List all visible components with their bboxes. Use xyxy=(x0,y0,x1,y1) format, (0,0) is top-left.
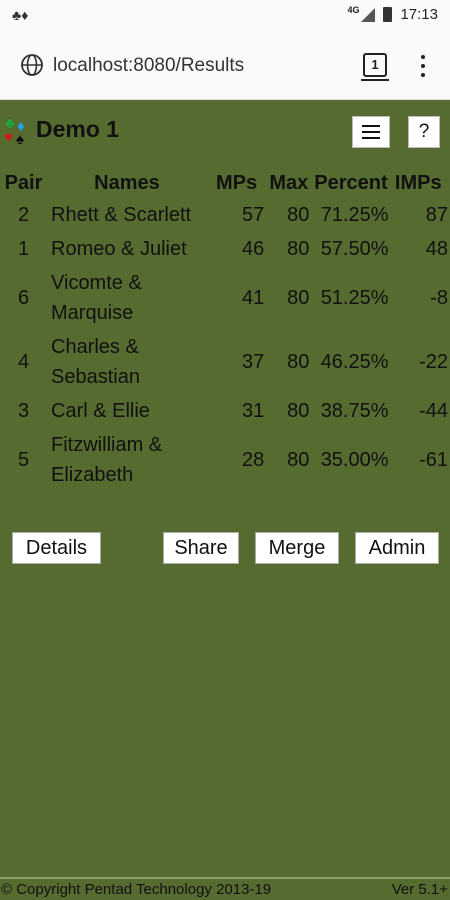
table-row[interactable]: 3 Carl & Ellie 31 80 38.75% -44 xyxy=(2,394,448,428)
max-cell: 80 xyxy=(287,287,310,309)
names-cell: Vicomte & Marquise xyxy=(51,272,142,324)
imps-cell: 87 xyxy=(425,204,448,226)
tab-switcher-button[interactable]: 1 xyxy=(361,53,389,81)
globe-icon xyxy=(21,54,43,76)
mps-cell: 37 xyxy=(241,351,265,373)
names-cell: Rhett & Scarlett xyxy=(51,204,192,226)
pair-cell: 3 xyxy=(17,400,30,422)
version-text: Ver 5.1+ xyxy=(391,881,448,898)
network-type: 4G xyxy=(347,4,360,15)
pair-cell: 1 xyxy=(17,238,30,260)
max-cell: 80 xyxy=(287,449,310,471)
percent-cell: 35.00% xyxy=(320,449,389,471)
hamburger-icon xyxy=(362,125,380,139)
mps-cell: 41 xyxy=(241,287,265,309)
column-header-percent: Percent xyxy=(314,171,388,194)
results-table: Pair Names MPs Max Percent IMPs 2 Rhett … xyxy=(2,168,448,492)
column-header-names: Names xyxy=(94,171,160,194)
clock: 17:13 xyxy=(400,6,438,23)
table-row[interactable]: 6 Vicomte & Marquise 41 80 51.25% -8 xyxy=(2,266,448,330)
merge-button[interactable]: Merge xyxy=(255,532,339,564)
pair-cell: 6 xyxy=(17,287,30,309)
footer-divider xyxy=(0,877,450,879)
suits-logo-icon: ♣ ♦ ♥ ♠ xyxy=(2,116,34,148)
table-row[interactable]: 4 Charles & Sebastian 37 80 46.25% -22 xyxy=(2,330,448,394)
help-button[interactable]: ? xyxy=(408,116,440,148)
max-cell: 80 xyxy=(287,238,310,260)
copyright-text: © Copyright Pentad Technology 2013-19 xyxy=(1,881,272,898)
column-header-mps: MPs xyxy=(216,171,258,194)
column-header-imps: IMPs xyxy=(394,171,442,194)
imps-cell: -44 xyxy=(419,400,448,422)
header: ♣ ♦ ♥ ♠ Demo 1 ? xyxy=(0,114,450,150)
mps-cell: 31 xyxy=(241,400,265,422)
status-bar: ♣♦ 4G 17:13 xyxy=(0,0,450,32)
max-cell: 80 xyxy=(287,400,310,422)
table-row[interactable]: 1 Romeo & Juliet 46 80 57.50% 48 xyxy=(2,232,448,266)
action-buttons: Details Share Merge Admin xyxy=(0,532,450,566)
browser-menu-icon[interactable] xyxy=(415,52,431,80)
percent-cell: 71.25% xyxy=(320,204,389,226)
admin-button[interactable]: Admin xyxy=(355,532,439,564)
table-row[interactable]: 2 Rhett & Scarlett 57 80 71.25% 87 xyxy=(2,198,448,232)
status-icons: 4G 17:13 xyxy=(347,4,438,24)
pair-cell: 5 xyxy=(17,449,30,471)
percent-cell: 57.50% xyxy=(320,238,389,260)
mps-cell: 46 xyxy=(241,238,265,260)
column-header-pair: Pair xyxy=(4,171,43,194)
imps-cell: -61 xyxy=(419,449,448,471)
table-row[interactable]: 5 Fitzwilliam & Elizabeth 28 80 35.00% -… xyxy=(2,428,448,492)
heart-icon: ♥ xyxy=(4,129,13,146)
names-cell: Charles & Sebastian xyxy=(51,336,140,388)
battery-icon xyxy=(383,7,393,22)
results-page: ♣ ♦ ♥ ♠ Demo 1 ? Pair Names MPs Max Perc… xyxy=(0,100,450,900)
menu-button[interactable] xyxy=(352,116,390,148)
imps-cell: 48 xyxy=(425,238,448,260)
max-cell: 80 xyxy=(287,204,310,226)
mps-cell: 57 xyxy=(241,204,265,226)
mps-cell: 28 xyxy=(241,449,265,471)
names-cell: Romeo & Juliet xyxy=(51,238,187,260)
max-cell: 80 xyxy=(287,351,310,373)
bridge-notification-icon: ♣♦ xyxy=(12,7,29,23)
pair-cell: 4 xyxy=(17,351,30,373)
pair-cell: 2 xyxy=(17,204,30,226)
share-button[interactable]: Share xyxy=(163,532,239,564)
percent-cell: 46.25% xyxy=(320,351,389,373)
url-field[interactable]: localhost:8080/Results xyxy=(53,55,244,77)
details-button[interactable]: Details xyxy=(12,532,101,564)
names-cell: Fitzwilliam & Elizabeth xyxy=(51,434,163,486)
browser-toolbar: localhost:8080/Results 1 xyxy=(0,32,450,100)
percent-cell: 38.75% xyxy=(320,400,389,422)
imps-cell: -22 xyxy=(419,351,448,373)
percent-cell: 51.25% xyxy=(320,287,389,309)
names-cell: Carl & Ellie xyxy=(51,400,150,422)
spade-icon: ♠ xyxy=(16,131,24,148)
column-header-max: Max xyxy=(269,171,309,194)
signal-icon xyxy=(361,7,376,22)
table-header-row: Pair Names MPs Max Percent IMPs xyxy=(2,168,448,198)
page-title: Demo 1 xyxy=(36,116,120,142)
imps-cell: -8 xyxy=(430,287,448,309)
